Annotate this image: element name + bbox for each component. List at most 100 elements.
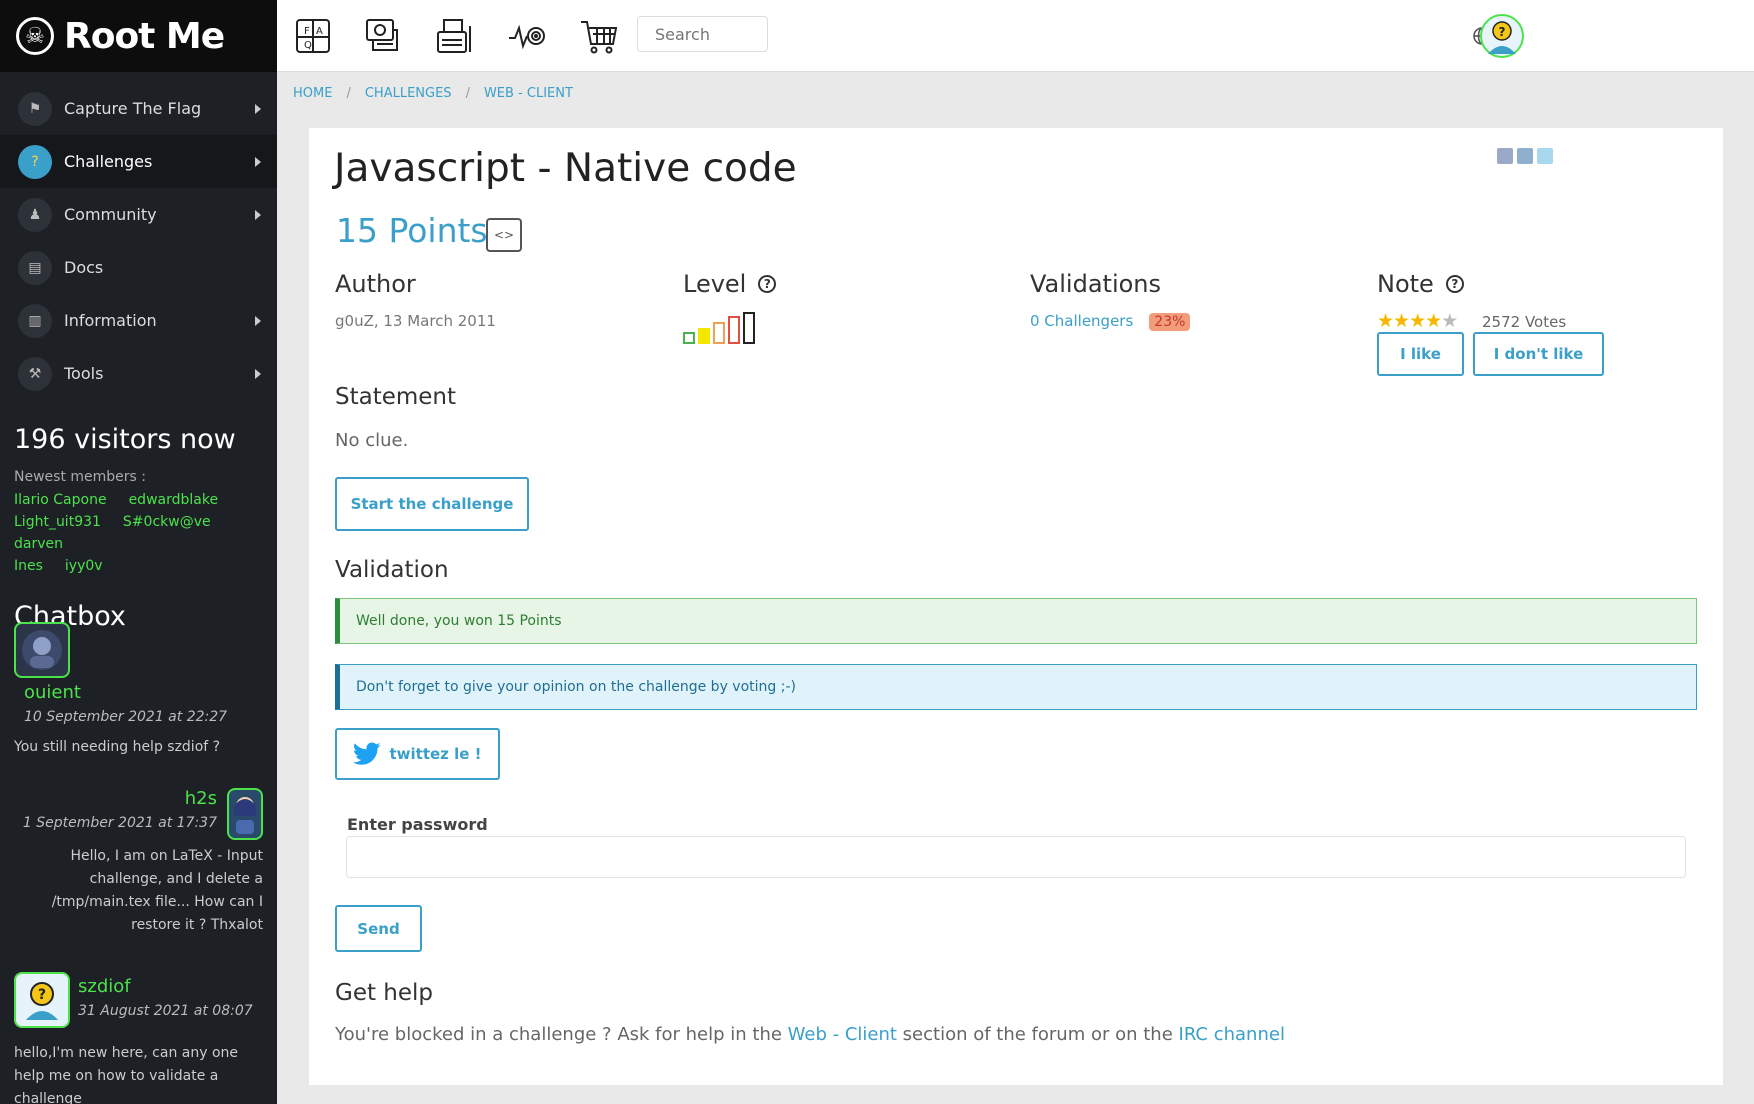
skull-logo-icon: ☠ — [16, 17, 54, 55]
member-link[interactable]: iyy0v — [65, 555, 103, 577]
breadcrumb-separator: / — [346, 86, 351, 101]
shop-cart-icon[interactable] — [579, 16, 619, 56]
level-label: Level — [683, 270, 747, 298]
caret-right-icon — [255, 156, 261, 167]
challenge-icon: ? — [18, 144, 52, 179]
help-icon[interactable]: ? — [758, 275, 777, 293]
tweet-button[interactable]: twittez le ! — [335, 728, 500, 780]
level-bar — [683, 332, 695, 344]
svg-text:Q: Q — [304, 40, 312, 51]
sidebar: ☠ Root Me ⚑ Capture The Flag ? Challenge… — [0, 0, 277, 1104]
chat-username[interactable]: h2s — [14, 788, 217, 809]
logo[interactable]: ☠ Root Me — [0, 0, 277, 72]
password-label: Enter password — [347, 815, 488, 834]
member-link[interactable]: edwardblake — [129, 489, 219, 511]
svg-text:A: A — [316, 26, 323, 37]
password-input[interactable] — [346, 836, 1686, 878]
author-value[interactable]: g0uZ, 13 March 2011 — [335, 312, 496, 330]
twitter-icon[interactable] — [1537, 148, 1553, 164]
breadcrumb-web-client[interactable]: WEB - CLIENT — [484, 86, 573, 101]
sidebar-item-label: Challenges — [64, 152, 153, 171]
avatar[interactable] — [14, 622, 70, 678]
visitors-count: 196 visitors now — [14, 424, 236, 455]
level-bar — [728, 316, 740, 344]
get-help-heading: Get help — [335, 980, 434, 1006]
newest-members-label: Newest members : — [14, 469, 146, 485]
caret-right-icon — [255, 209, 261, 220]
chat-username[interactable]: ouient — [24, 682, 263, 703]
validation-heading: Validation — [335, 557, 449, 583]
newest-members-list: Ilario Capone edwardblake Light_uit931 S#0… — [14, 489, 263, 577]
breadcrumb: HOME / CHALLENGES / WEB - CLIENT — [293, 86, 573, 101]
level-heading: Level? — [683, 270, 777, 298]
sidebar-item-challenges[interactable]: ? Challenges — [0, 135, 277, 188]
star-icon: ★ — [1377, 310, 1394, 332]
brand-name: Root Me — [64, 15, 225, 57]
caret-right-icon — [255, 315, 261, 326]
faq-icon[interactable]: FAQ — [293, 16, 333, 56]
avatar[interactable]: ? — [14, 972, 70, 1028]
sidebar-item-capture-the-flag[interactable]: ⚑ Capture The Flag — [0, 82, 277, 135]
sidebar-item-tools[interactable]: ⚒ Tools — [0, 347, 277, 400]
radar-icon[interactable] — [507, 16, 547, 56]
sidebar-item-label: Community — [64, 205, 157, 224]
chat-date: 1 September 2021 at 17:37 — [22, 815, 217, 831]
chat-text: hello,I'm new here, can any one help me … — [14, 1045, 239, 1104]
like-button[interactable]: I like — [1377, 332, 1464, 376]
chat-message: ouient 10 September 2021 at 22:27 You st… — [14, 622, 263, 755]
sidebar-item-docs[interactable]: ▤ Docs — [0, 241, 277, 294]
info-alert: Don't forget to give your opinion on the… — [335, 664, 1697, 710]
success-alert: Well done, you won 15 Points — [335, 598, 1697, 644]
chat-message: h2s 1 September 2021 at 17:37 Hello, I a… — [14, 788, 263, 937]
web-client-category-icon: <> — [486, 218, 522, 252]
help-text-middle: section of the forum or on the — [896, 1024, 1179, 1045]
statement-text: No clue. — [335, 430, 409, 451]
search-input[interactable] — [637, 16, 768, 52]
breadcrumb-home[interactable]: HOME — [293, 86, 332, 101]
chat-date: 10 September 2021 at 22:27 — [24, 709, 228, 725]
member-link[interactable]: S#0ckw@ve — [123, 511, 211, 533]
caret-right-icon — [255, 103, 261, 114]
sidebar-item-label: Capture The Flag — [64, 99, 202, 118]
statement-heading: Statement — [335, 384, 457, 410]
author-heading: Author — [335, 270, 416, 298]
member-link[interactable]: darven — [14, 533, 63, 555]
svg-text:F: F — [304, 26, 310, 37]
printer-icon[interactable] — [434, 16, 474, 56]
user-avatar[interactable]: ? — [1480, 14, 1524, 58]
star-icon: ★ — [1409, 310, 1426, 332]
help-text-prefix: You're blocked in a challenge ? Ask for … — [335, 1024, 788, 1045]
member-link[interactable]: Ines — [14, 555, 43, 577]
caret-right-icon — [255, 368, 261, 379]
share-icons — [1497, 148, 1553, 164]
level-indicator — [683, 312, 755, 344]
chat-message: ? szdiof 31 August 2021 at 08:07 hello,I… — [14, 972, 263, 1104]
forum-section-link[interactable]: Web - Client — [788, 1024, 897, 1045]
sidebar-item-label: Docs — [64, 258, 104, 277]
top-bar: FAQ ? — [277, 0, 1754, 72]
send-button[interactable]: Send — [335, 905, 422, 952]
member-link[interactable]: Ilario Capone — [14, 489, 107, 511]
sidebar-item-information[interactable]: ▥ Information — [0, 294, 277, 347]
sidebar-item-community[interactable]: ♟ Community — [0, 188, 277, 241]
start-challenge-button[interactable]: Start the challenge — [335, 477, 529, 531]
tools-icon: ⚒ — [18, 356, 52, 391]
avatar[interactable] — [227, 788, 263, 840]
validations-value: 0 Challengers 23% — [1030, 312, 1191, 331]
chat-username[interactable]: szdiof — [78, 976, 253, 997]
flag-icon: ⚑ — [18, 91, 52, 126]
level-bar — [698, 328, 710, 344]
linkedin-icon[interactable] — [1517, 148, 1533, 164]
news-icon[interactable] — [363, 16, 403, 56]
level-bar — [743, 312, 755, 344]
sidebar-item-label: Information — [64, 311, 157, 330]
challengers-link[interactable]: 0 Challengers — [1030, 312, 1133, 330]
star-icon: ★ — [1393, 310, 1410, 332]
member-link[interactable]: Light_uit931 — [14, 511, 101, 533]
validations-label: Validations — [1030, 270, 1162, 298]
dislike-button[interactable]: I don't like — [1473, 332, 1604, 376]
irc-channel-link[interactable]: IRC channel — [1179, 1024, 1285, 1045]
help-icon[interactable]: ? — [1445, 275, 1464, 293]
breadcrumb-challenges[interactable]: CHALLENGES — [365, 86, 452, 101]
facebook-icon[interactable] — [1497, 148, 1513, 164]
